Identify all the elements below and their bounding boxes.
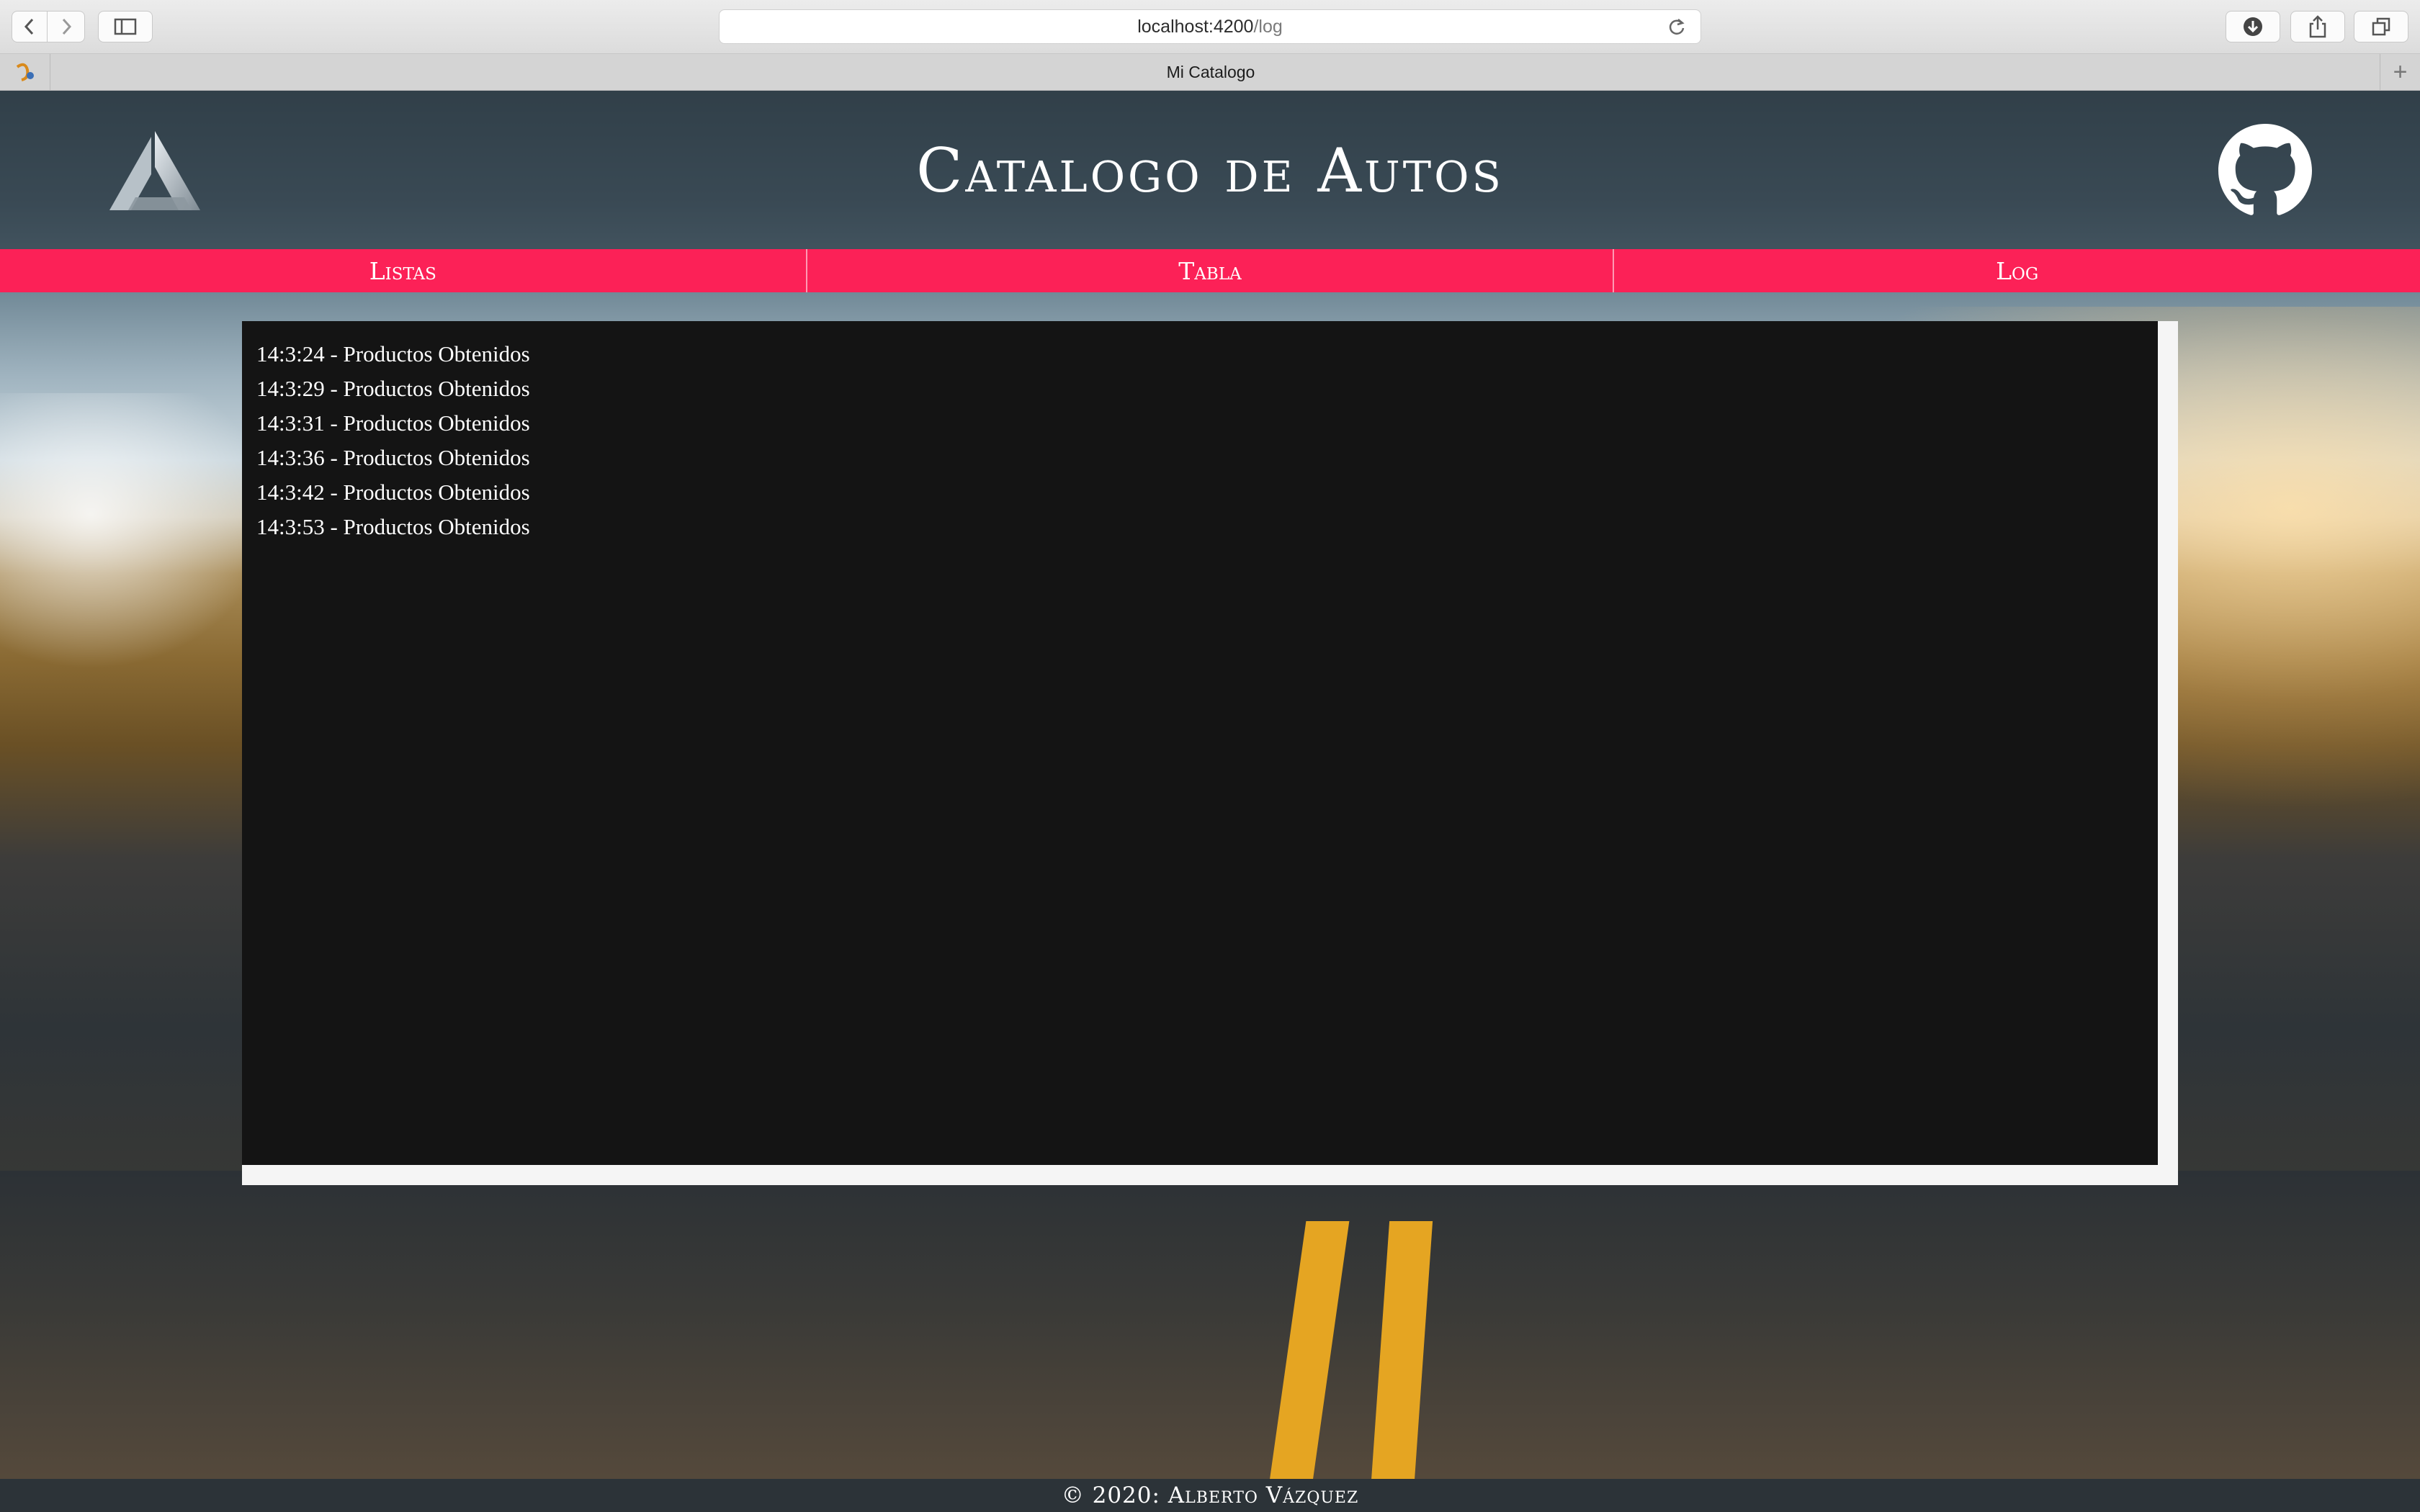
log-entry: 14:3:31 - Productos Obtenidos	[256, 410, 530, 436]
reload-icon[interactable]	[1667, 17, 1686, 36]
new-tab-button[interactable]: +	[2380, 54, 2420, 90]
sidebar-icon	[114, 18, 137, 35]
page: Catalogo de Autos Listas Tabla Log 14:3:…	[0, 91, 2420, 1512]
browser-toolbar: localhost:4200/log	[0, 0, 2420, 54]
log-panel: 14:3:24 - Productos Obtenidos 14:3:29 - …	[242, 321, 2158, 1165]
page-title: Catalogo de Autos	[916, 135, 1504, 206]
log-entry: 14:3:29 - Productos Obtenidos	[256, 376, 530, 401]
back-icon	[24, 18, 34, 35]
tab-title: Mi Catalogo	[1166, 62, 1255, 81]
download-icon	[2244, 17, 2262, 36]
log-entry: 14:3:53 - Productos Obtenidos	[256, 514, 530, 539]
share-button[interactable]	[2290, 11, 2345, 42]
share-icon	[2309, 15, 2326, 38]
site-header: Catalogo de Autos	[0, 91, 2420, 249]
sidebar-button[interactable]	[98, 11, 153, 42]
log-entry: 14:3:24 - Productos Obtenidos	[256, 341, 530, 366]
address-bar[interactable]: localhost:4200/log	[719, 9, 1701, 44]
favicon-icon	[16, 63, 34, 81]
url-path: /log	[1253, 16, 1283, 37]
back-button[interactable]	[12, 11, 48, 42]
tabs-icon	[2372, 17, 2390, 36]
main-nav: Listas Tabla Log	[0, 249, 2420, 292]
log-entry: 14:3:42 - Productos Obtenidos	[256, 480, 530, 505]
nav-item-log[interactable]: Log	[1614, 249, 2420, 292]
pinned-tab[interactable]	[0, 54, 50, 90]
forward-button[interactable]	[48, 11, 85, 42]
tabs-button[interactable]	[2354, 11, 2408, 42]
background-road	[0, 1171, 2420, 1512]
active-tab[interactable]: Mi Catalogo	[52, 54, 2370, 90]
forward-icon	[62, 18, 71, 35]
footer-text: © 2020: Alberto Vázquez	[1061, 1482, 1359, 1508]
new-tab-icon: +	[2393, 58, 2408, 86]
log-entry: 14:3:36 - Productos Obtenidos	[256, 445, 530, 470]
tab-bar: Mi Catalogo +	[0, 54, 2420, 91]
log-container: 14:3:24 - Productos Obtenidos 14:3:29 - …	[242, 321, 2178, 1185]
downloads-button[interactable]	[2226, 11, 2280, 42]
nav-item-tabla[interactable]: Tabla	[807, 249, 1615, 292]
github-icon[interactable]	[2218, 124, 2312, 217]
url-host: localhost:4200	[1137, 16, 1254, 37]
site-footer: © 2020: Alberto Vázquez	[0, 1479, 2420, 1512]
nav-item-listas[interactable]: Listas	[0, 249, 807, 292]
